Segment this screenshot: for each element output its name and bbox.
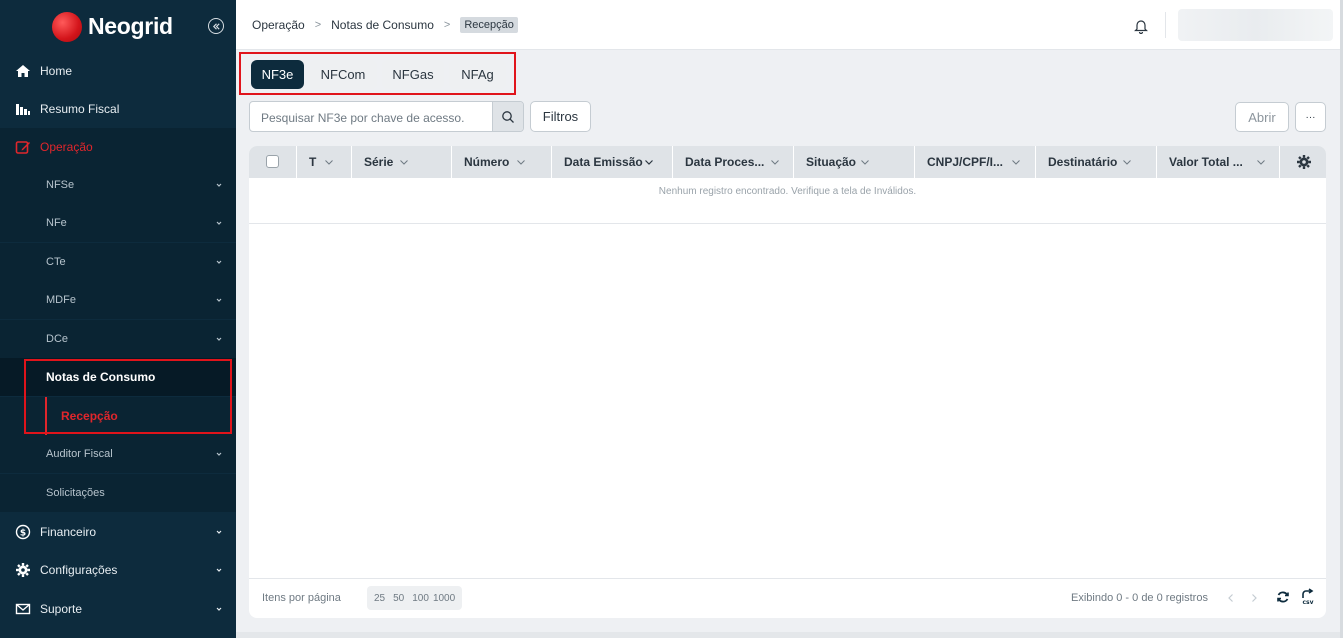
sidebar-item-auditor-fiscal[interactable]: Auditor Fiscal: [0, 435, 236, 473]
chevron-down-icon: [1257, 160, 1265, 165]
items-per-page-label: Itens por página: [262, 592, 341, 604]
edit-icon: [14, 138, 32, 156]
more-options-button[interactable]: ···: [1295, 102, 1326, 132]
brand-name: Neogrid: [88, 13, 173, 39]
svg-text:$: $: [20, 529, 26, 539]
filters-button[interactable]: Filtros: [530, 101, 591, 132]
chevron-down-icon: [400, 160, 408, 165]
chevron-down-icon: [216, 183, 222, 187]
divider: [249, 223, 1326, 224]
chevron-down-icon: [216, 221, 222, 225]
per-page-option-25[interactable]: 25: [370, 593, 389, 604]
chevron-down-icon: [645, 160, 653, 165]
chevron-down-icon: [216, 337, 222, 341]
chevron-down-icon: [216, 298, 222, 302]
chevron-down-icon: [216, 260, 222, 264]
top-bar: Operação > Notas de Consumo > Recepção: [236, 0, 1340, 50]
sidebar-item-mdfe[interactable]: MDFe: [0, 281, 236, 319]
user-menu[interactable]: [1178, 9, 1333, 41]
column-header-cnpj[interactable]: CNPJ/CPF/I...: [915, 146, 1036, 178]
search-placeholder: Pesquisar NF3e por chave de acesso.: [261, 111, 465, 125]
column-header-data-processamento[interactable]: Data Proces...: [673, 146, 794, 178]
gear-icon: [14, 561, 32, 579]
sidebar-item-configuracoes[interactable]: Configurações: [0, 551, 236, 589]
next-page-icon[interactable]: [1248, 592, 1260, 604]
prev-page-icon[interactable]: [1225, 592, 1237, 604]
sidebar-item-financeiro[interactable]: $ Financeiro: [0, 513, 236, 551]
logo: Neogrid: [0, 0, 236, 56]
chevron-down-icon: [1123, 160, 1131, 165]
sidebar-item-nfe[interactable]: NFe: [0, 204, 236, 242]
chevron-right-icon: >: [314, 19, 322, 31]
chevron-down-icon: [216, 530, 222, 534]
per-page-option-100[interactable]: 100: [408, 593, 433, 604]
per-page-option-50[interactable]: 50: [389, 593, 408, 604]
highlight-box-tabs: [239, 52, 516, 95]
dollar-icon: $: [14, 523, 32, 541]
breadcrumb-item-operacao[interactable]: Operação: [252, 18, 305, 32]
highlight-box-sidebar: [24, 359, 232, 434]
divider: [1165, 12, 1166, 38]
breadcrumb-item-recepcao: Recepção: [460, 17, 518, 33]
chevron-down-icon: [325, 160, 333, 165]
breadcrumb-item-notas-de-consumo[interactable]: Notas de Consumo: [331, 18, 434, 32]
empty-message: Nenhum registro encontrado. Verifique a …: [658, 186, 917, 197]
table-header: T Série Número Data Emissão Data Proces.…: [249, 146, 1326, 178]
sidebar-item-resumo-fiscal[interactable]: Resumo Fiscal: [0, 90, 236, 128]
column-settings-gear-icon[interactable]: [1296, 154, 1312, 170]
search-button[interactable]: [492, 102, 523, 131]
chevron-right-icon: >: [443, 19, 451, 31]
records-count: Exibindo 0 - 0 de 0 registros: [1071, 592, 1208, 604]
sidebar-item-cte[interactable]: CTe: [0, 243, 236, 281]
sidebar-item-solicitacoes[interactable]: Solicitações: [0, 474, 236, 512]
column-header-valor-total[interactable]: Valor Total ...: [1157, 146, 1280, 178]
column-header-t[interactable]: T: [297, 146, 352, 178]
column-header-situacao[interactable]: Situação: [794, 146, 915, 178]
sidebar-item-dce[interactable]: DCe: [0, 320, 236, 358]
mail-icon: [14, 600, 32, 618]
search-input[interactable]: Pesquisar NF3e por chave de acesso.: [249, 101, 524, 132]
search-icon: [502, 110, 514, 123]
chevron-down-icon: [771, 160, 779, 165]
column-header-data-emissao[interactable]: Data Emissão: [552, 146, 673, 178]
chart-icon: [14, 100, 32, 118]
collapse-sidebar-icon[interactable]: [208, 18, 224, 34]
items-per-page-selector: 25 50 100 1000: [367, 586, 463, 610]
column-header-serie[interactable]: Série: [352, 146, 452, 178]
open-button[interactable]: Abrir: [1235, 102, 1289, 132]
chevron-down-icon: [216, 568, 222, 572]
window-edge: [236, 632, 1340, 638]
export-csv-icon[interactable]: csv: [1299, 588, 1317, 606]
refresh-icon[interactable]: [1276, 590, 1290, 604]
sidebar: Neogrid Home Resumo Fiscal Operação NFSe…: [0, 0, 236, 638]
home-icon: [14, 62, 32, 80]
chevron-down-icon: [517, 160, 525, 165]
sidebar-item-operacao[interactable]: Operação: [0, 128, 236, 166]
chevron-down-icon: [1012, 160, 1020, 165]
column-header-destinatario[interactable]: Destinatário: [1036, 146, 1157, 178]
neogrid-logo-icon: [52, 12, 82, 42]
select-all-checkbox[interactable]: [266, 155, 279, 168]
sidebar-item-home[interactable]: Home: [0, 52, 236, 90]
select-all-column: [249, 146, 297, 178]
bell-icon[interactable]: [1133, 18, 1149, 34]
sidebar-item-suporte[interactable]: Suporte: [0, 590, 236, 628]
chevron-down-icon: [216, 452, 222, 456]
sidebar-item-nfse[interactable]: NFSe: [0, 166, 236, 204]
divider: [249, 578, 1326, 579]
per-page-option-1000[interactable]: 1000: [433, 593, 459, 604]
chevron-down-icon: [861, 160, 869, 165]
data-table: T Série Número Data Emissão Data Proces.…: [249, 146, 1326, 618]
svg-text:csv: csv: [1302, 599, 1313, 606]
breadcrumb: Operação > Notas de Consumo > Recepção: [252, 17, 518, 33]
chevron-down-icon: [216, 607, 222, 611]
column-header-numero[interactable]: Número: [452, 146, 552, 178]
